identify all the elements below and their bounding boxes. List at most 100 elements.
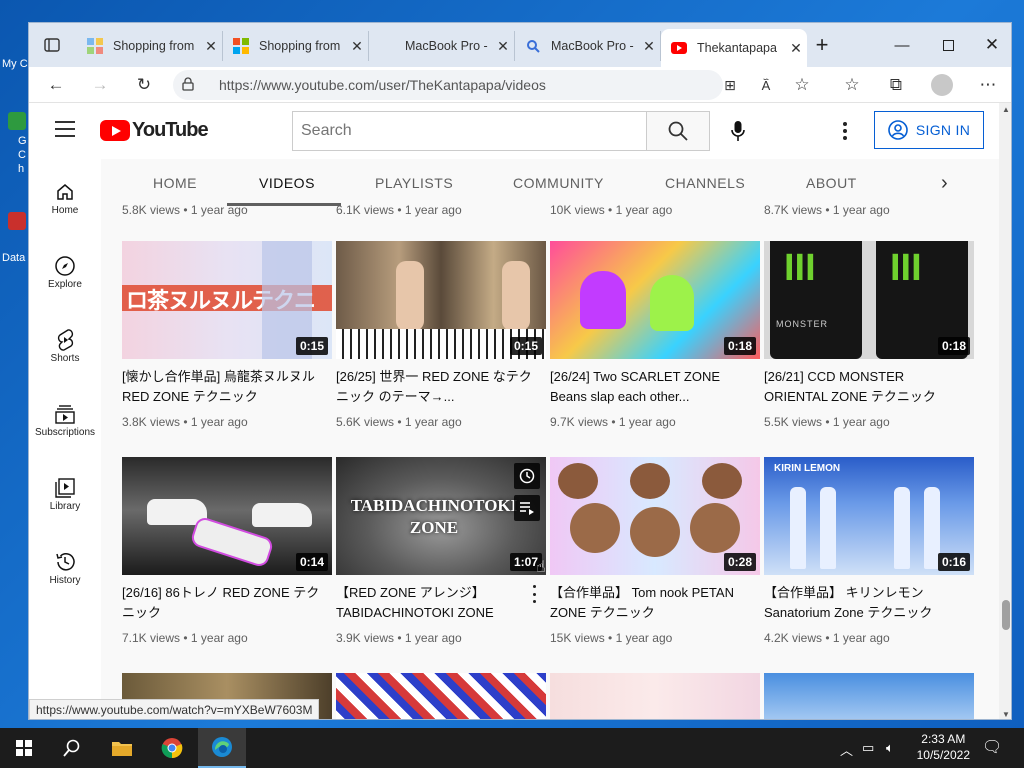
video-card[interactable]: KIRIN LEMON 0:16 【合作単品】 キリンレモン Sanatoriu… bbox=[764, 457, 974, 645]
profile-button[interactable] bbox=[927, 71, 957, 99]
forward-button[interactable]: → bbox=[85, 71, 115, 99]
start-button[interactable] bbox=[0, 728, 48, 768]
tab-community[interactable]: COMMUNITY bbox=[513, 159, 604, 207]
volume-icon[interactable]: 🔈︎ bbox=[886, 740, 894, 756]
sidebar-item-history[interactable]: History bbox=[29, 549, 101, 586]
browser-tab[interactable]: MacBook Pro - ✕ bbox=[515, 31, 661, 61]
tab-actions-button[interactable] bbox=[29, 23, 75, 67]
video-title[interactable]: [26/21] CCD MONSTER ORIENTAL ZONE テクニック bbox=[764, 367, 974, 407]
video-thumbnail[interactable]: TABIDACHINOTOKI ZONE 1:07 bbox=[336, 457, 546, 575]
tab-home[interactable]: HOME bbox=[153, 159, 197, 207]
watch-later-button[interactable] bbox=[514, 463, 540, 489]
video-title[interactable]: [懐かし合作単品] 烏龍茶ヌルヌル RED ZONE テクニック bbox=[122, 367, 332, 407]
read-aloud-button[interactable]: A᷈ bbox=[751, 71, 781, 99]
video-card[interactable]: ロ茶ヌルヌルテクニ 0:15 [懐かし合作単品] 烏龍茶ヌルヌル RED ZON… bbox=[122, 241, 332, 429]
add-to-queue-button[interactable] bbox=[514, 495, 540, 521]
maximize-button[interactable] bbox=[925, 23, 971, 67]
sign-in-button[interactable]: SIGN IN bbox=[874, 111, 984, 149]
sidebar-item-subscriptions[interactable]: Subscriptions bbox=[29, 401, 101, 438]
video-card[interactable]: TABIDACHINOTOKI ZONE 1:07 【RED ZONE アレンジ… bbox=[336, 457, 546, 645]
search-input[interactable] bbox=[293, 112, 646, 150]
video-thumbnail[interactable] bbox=[764, 673, 974, 719]
tabs-next-chevron-icon[interactable]: › bbox=[941, 159, 948, 207]
new-tab-button[interactable]: + bbox=[799, 23, 845, 67]
edge-button[interactable] bbox=[198, 728, 246, 768]
file-explorer-button[interactable] bbox=[98, 728, 146, 768]
video-card[interactable]: 0:15 [26/25] 世界一 RED ZONE なテクニック のテーマ→..… bbox=[336, 241, 546, 429]
settings-menu-button[interactable]: ⋯ bbox=[973, 71, 1003, 99]
browser-tab[interactable]: Shopping from ✕ bbox=[223, 31, 369, 61]
minimize-button[interactable]: — bbox=[879, 23, 925, 67]
plus-icon: + bbox=[815, 32, 829, 57]
voice-search-button[interactable] bbox=[726, 119, 750, 143]
video-thumbnail[interactable]: 0:15 bbox=[336, 241, 546, 359]
settings-kebab-icon[interactable] bbox=[835, 119, 855, 143]
video-thumbnail[interactable]: III III MONSTER 0:18 bbox=[764, 241, 974, 359]
favorites-button[interactable]: ☆ bbox=[837, 71, 867, 99]
tab-videos[interactable]: VIDEOS bbox=[259, 159, 315, 207]
video-thumbnail[interactable]: ロ茶ヌルヌルテクニ 0:15 bbox=[122, 241, 332, 359]
video-title[interactable]: 【RED ZONE アレンジ】TABIDACHINOTOKI ZONE bbox=[336, 583, 546, 623]
video-card[interactable]: 0:14 [26/16] 86トレノ RED ZONE テクニック 7.1K v… bbox=[122, 457, 332, 645]
youtube-logo[interactable]: YouTube bbox=[100, 119, 209, 142]
sidebar-item-explore[interactable]: Explore bbox=[29, 253, 101, 290]
scroll-down-icon[interactable]: ▼ bbox=[1002, 710, 1010, 719]
desktop-icon-chrome[interactable]: G Ch bbox=[0, 112, 28, 176]
video-title[interactable]: [26/16] 86トレノ RED ZONE テクニック bbox=[122, 583, 332, 623]
sidebar-item-home[interactable]: Home bbox=[29, 179, 101, 216]
chrome-button[interactable] bbox=[148, 728, 196, 768]
video-title[interactable]: 【合作単品】 キリンレモン Sanatorium Zone テクニック bbox=[764, 583, 974, 623]
close-tab-icon[interactable]: ✕ bbox=[346, 38, 368, 55]
scrollbar-thumb[interactable] bbox=[1002, 600, 1010, 630]
clock[interactable]: 2:33 AM 10/5/2022 bbox=[917, 731, 970, 763]
shorts-icon bbox=[57, 329, 74, 351]
close-tab-icon[interactable]: ✕ bbox=[200, 38, 222, 55]
search-button[interactable] bbox=[646, 112, 709, 150]
video-thumbnail[interactable]: KIRIN LEMON 0:16 bbox=[764, 457, 974, 575]
compass-icon bbox=[55, 256, 75, 276]
video-thumbnail[interactable] bbox=[336, 673, 546, 719]
video-thumbnail[interactable]: 0:28 bbox=[550, 457, 760, 575]
video-thumbnail[interactable]: 0:14 bbox=[122, 457, 332, 575]
browser-tab[interactable]: MacBook Pro - ✕ bbox=[369, 31, 515, 61]
video-title[interactable]: [26/25] 世界一 RED ZONE なテクニック のテーマ→... bbox=[336, 367, 546, 407]
video-card[interactable]: III III MONSTER 0:18 [26/21] CCD MONSTER… bbox=[764, 241, 974, 429]
video-action-menu-icon[interactable] bbox=[528, 585, 540, 603]
video-duration: 0:14 bbox=[295, 553, 328, 571]
browser-tab[interactable]: Shopping from ✕ bbox=[77, 31, 223, 61]
tab-channels[interactable]: CHANNELS bbox=[665, 159, 745, 207]
tab-about[interactable]: ABOUT bbox=[806, 159, 857, 207]
sidebar-item-library[interactable]: Library bbox=[29, 475, 101, 512]
page-scrollbar[interactable]: ▲ ▼ bbox=[999, 103, 1011, 719]
video-card[interactable]: 0:28 【合作単品】 Tom nook PETAN ZONE テクニック 15… bbox=[550, 457, 760, 645]
video-meta: 15K views • 1 year ago bbox=[550, 631, 673, 645]
close-window-button[interactable]: ✕ bbox=[969, 23, 1011, 67]
url-field[interactable]: https://www.youtube.com/user/TheKantapap… bbox=[173, 70, 723, 100]
browser-tab-active[interactable]: Thekantapapa ✕ bbox=[661, 29, 807, 67]
apps-button[interactable]: ⊞ bbox=[715, 71, 745, 99]
search-taskbar-button[interactable] bbox=[48, 728, 96, 768]
add-favorite-button[interactable]: ☆ bbox=[787, 71, 817, 99]
windows-icon bbox=[16, 740, 32, 756]
video-thumbnail[interactable] bbox=[550, 673, 760, 719]
tab-playlists[interactable]: PLAYLISTS bbox=[375, 159, 453, 207]
scroll-up-icon[interactable]: ▲ bbox=[1002, 105, 1010, 114]
video-title[interactable]: [26/24] Two SCARLET ZONE Beans slap each… bbox=[550, 367, 760, 407]
video-title[interactable]: 【合作単品】 Tom nook PETAN ZONE テクニック bbox=[550, 583, 760, 623]
network-icon[interactable]: ▭ bbox=[862, 740, 874, 756]
youtube-sidebar: Home Explore Shorts Subscriptions Librar… bbox=[29, 159, 101, 719]
collections-button[interactable]: ⧉ bbox=[881, 71, 911, 99]
status-bar-url: https://www.youtube.com/watch?v=mYXBeW76… bbox=[29, 699, 320, 719]
sidebar-item-shorts[interactable]: Shorts bbox=[29, 327, 101, 364]
close-tab-icon[interactable]: ✕ bbox=[638, 38, 660, 55]
mouse-cursor-icon: ☝ bbox=[536, 559, 546, 576]
hamburger-menu-icon[interactable] bbox=[55, 121, 75, 137]
desktop-icon-data[interactable]: Data bbox=[0, 212, 28, 264]
notifications-icon[interactable]: 🗨︎ bbox=[982, 737, 1002, 757]
video-card[interactable]: 0:18 [26/24] Two SCARLET ZONE Beans slap… bbox=[550, 241, 760, 429]
video-thumbnail[interactable]: 0:18 bbox=[550, 241, 760, 359]
back-button[interactable]: ← bbox=[41, 71, 71, 99]
show-hidden-icons-chevron-icon[interactable]: ︿ bbox=[840, 740, 853, 759]
close-tab-icon[interactable]: ✕ bbox=[492, 38, 514, 55]
refresh-button[interactable]: ↻ bbox=[129, 71, 159, 99]
